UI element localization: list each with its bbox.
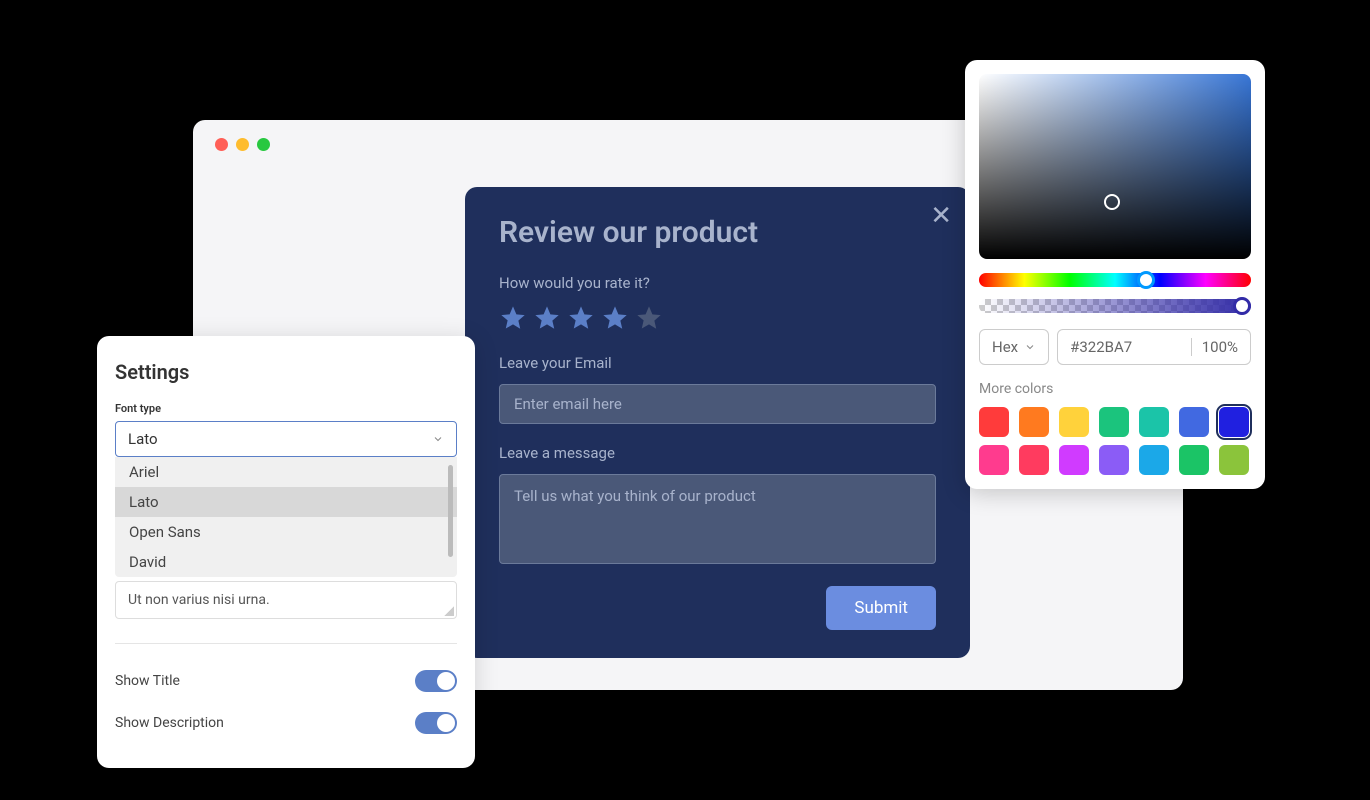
color-swatch[interactable] — [1019, 407, 1049, 437]
settings-title: Settings — [115, 360, 457, 384]
color-format-select[interactable]: Hex — [979, 329, 1049, 365]
color-swatch[interactable] — [1139, 445, 1169, 475]
color-swatch[interactable] — [1219, 407, 1249, 437]
color-swatch[interactable] — [1139, 407, 1169, 437]
review-modal: ✕ Review our product How would you rate … — [465, 187, 970, 658]
star-icon[interactable] — [533, 304, 561, 332]
font-dropdown-value: Lato — [128, 430, 158, 448]
email-label: Leave your Email — [499, 354, 936, 372]
hex-value: #322BA7 — [1070, 338, 1181, 356]
hue-handle[interactable] — [1137, 271, 1155, 289]
submit-button[interactable]: Submit — [826, 586, 936, 630]
color-swatch[interactable] — [1219, 445, 1249, 475]
hue-slider[interactable] — [979, 273, 1251, 287]
color-saturation-area[interactable] — [979, 74, 1251, 259]
color-swatch[interactable] — [1059, 445, 1089, 475]
format-value: Hex — [992, 338, 1018, 356]
font-option[interactable]: Lato — [115, 487, 457, 517]
more-colors-label: More colors — [979, 381, 1251, 397]
color-swatch[interactable] — [979, 445, 1009, 475]
font-option[interactable]: Ariel — [115, 457, 457, 487]
divider — [115, 643, 457, 644]
email-input[interactable] — [499, 384, 936, 424]
show-title-label: Show Title — [115, 673, 180, 689]
font-type-label: Font type — [115, 402, 457, 415]
chevron-down-icon — [1024, 341, 1036, 353]
review-title: Review our product — [499, 215, 936, 250]
show-description-toggle[interactable] — [415, 712, 457, 734]
star-icon[interactable] — [499, 304, 527, 332]
star-icon[interactable] — [601, 304, 629, 332]
divider — [1191, 338, 1192, 356]
minimize-window-button[interactable] — [236, 138, 249, 151]
font-dropdown-list: Ariel Lato Open Sans David — [115, 457, 457, 577]
close-icon[interactable]: ✕ — [930, 203, 952, 229]
message-textarea[interactable] — [499, 474, 936, 564]
alpha-handle[interactable] — [1233, 297, 1251, 315]
color-swatch[interactable] — [979, 407, 1009, 437]
font-dropdown[interactable]: Lato — [115, 421, 457, 457]
show-description-label: Show Description — [115, 715, 224, 731]
color-indicator[interactable] — [1104, 194, 1120, 210]
font-option[interactable]: David — [115, 547, 457, 577]
rating-label: How would you rate it? — [499, 274, 936, 292]
star-icon[interactable] — [567, 304, 595, 332]
color-swatch[interactable] — [1099, 407, 1129, 437]
color-swatch[interactable] — [1059, 407, 1089, 437]
color-swatch[interactable] — [1179, 445, 1209, 475]
star-rating[interactable] — [499, 304, 936, 332]
text-field[interactable]: Ut non varius nisi urna. — [115, 581, 457, 619]
maximize-window-button[interactable] — [257, 138, 270, 151]
font-option[interactable]: Open Sans — [115, 517, 457, 547]
color-swatch[interactable] — [1099, 445, 1129, 475]
color-swatch[interactable] — [1179, 407, 1209, 437]
chevron-down-icon — [432, 433, 444, 445]
opacity-value: 100% — [1202, 338, 1238, 356]
close-window-button[interactable] — [215, 138, 228, 151]
star-icon[interactable] — [635, 304, 663, 332]
show-title-toggle[interactable] — [415, 670, 457, 692]
alpha-slider[interactable] — [979, 299, 1251, 313]
color-picker: Hex #322BA7 100% More colors — [965, 60, 1265, 489]
hex-input[interactable]: #322BA7 100% — [1057, 329, 1251, 365]
settings-panel: Settings Font type Lato Ariel Lato Open … — [97, 336, 475, 768]
color-swatch[interactable] — [1019, 445, 1049, 475]
message-label: Leave a message — [499, 444, 936, 462]
swatch-grid — [979, 407, 1251, 475]
